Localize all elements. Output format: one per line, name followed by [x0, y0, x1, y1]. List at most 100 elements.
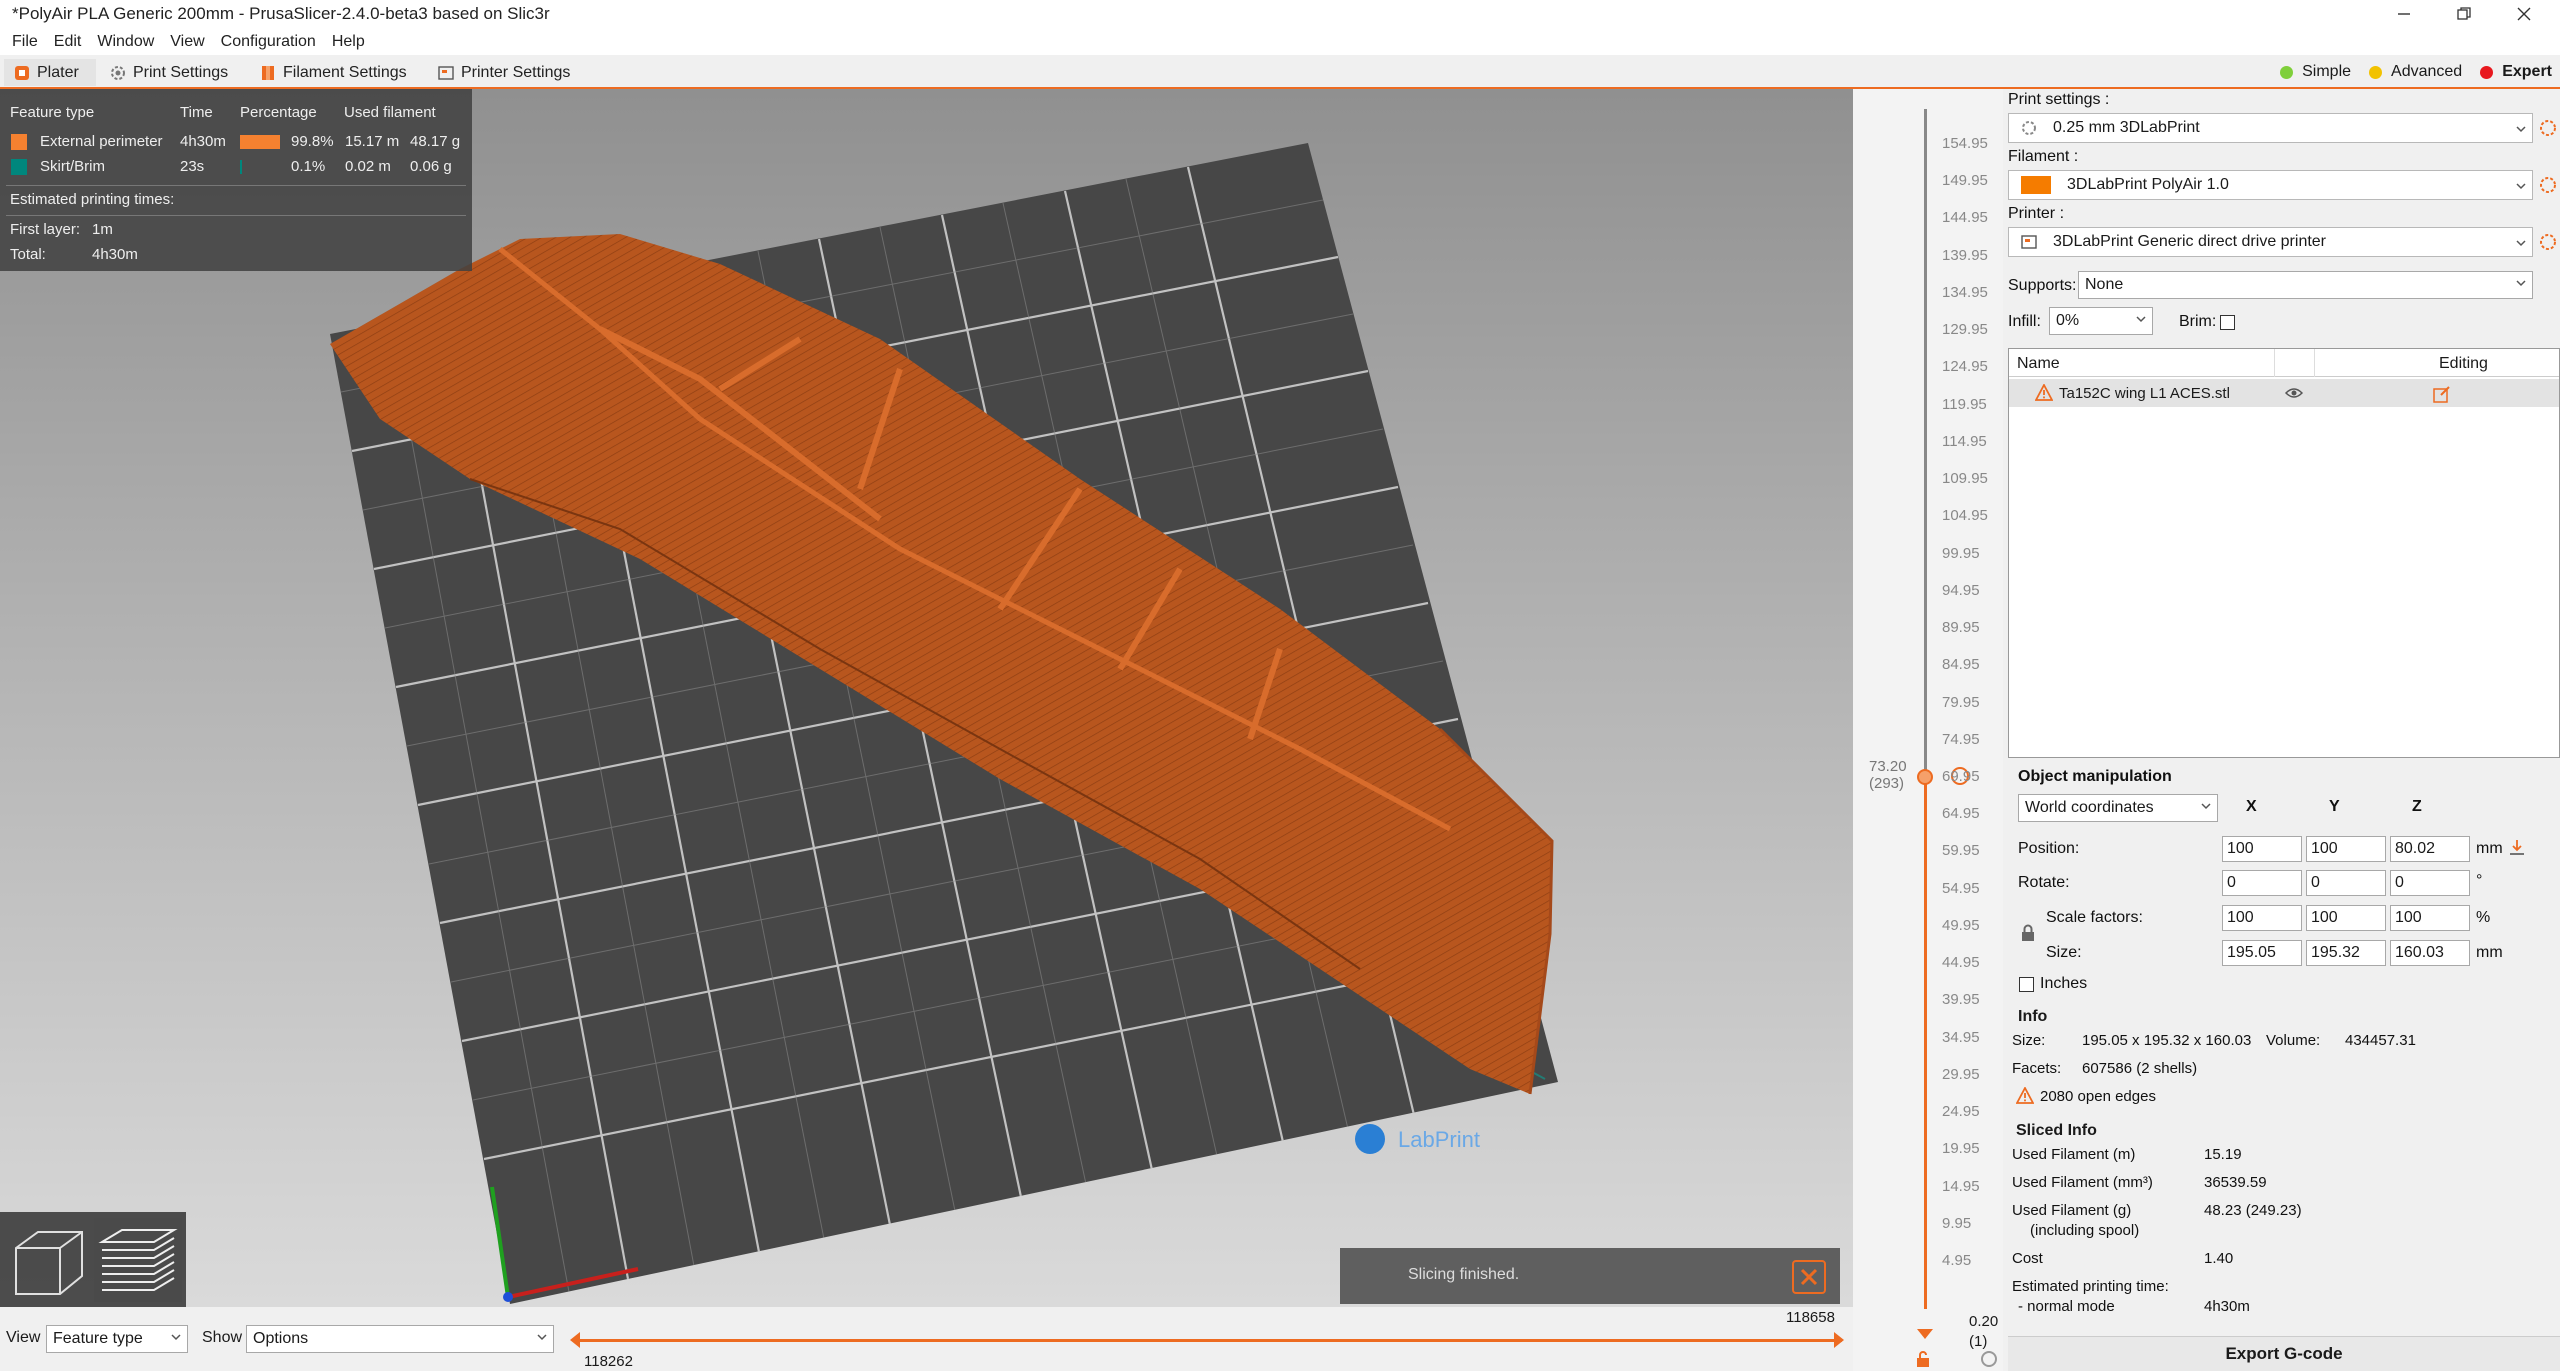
unlock-icon[interactable]	[1915, 1351, 1931, 1367]
filament-edit-icon[interactable]	[2538, 175, 2558, 195]
layer-slider-upper-thumb[interactable]	[1917, 769, 1933, 785]
slicing-notification: Slicing finished.	[1340, 1248, 1840, 1304]
sliced-value-length: 15.19	[2204, 1146, 2242, 1163]
layer-tick-label: 39.95	[1942, 991, 1980, 1008]
filament-combo[interactable]: 3DLabPrint PolyAir 1.0	[2008, 170, 2533, 200]
eye-icon[interactable]	[2285, 386, 2303, 400]
layer-tick-label: 29.95	[1942, 1066, 1980, 1083]
legend-row-weight: 48.17 g	[410, 133, 461, 150]
view-select[interactable]: Feature type	[46, 1325, 188, 1353]
3d-view-button[interactable]	[6, 1218, 90, 1302]
layer-tick-label: 154.95	[1942, 135, 1988, 152]
tab-print-settings[interactable]: Print Settings	[100, 59, 238, 86]
lock-icon[interactable]	[2020, 924, 2036, 942]
printer-combo[interactable]: 3DLabPrint Generic direct drive printer	[2008, 227, 2533, 257]
first-layer-label: First layer:	[10, 221, 81, 238]
coordinates-select[interactable]: World coordinates	[2018, 794, 2218, 822]
brim-checkbox[interactable]	[2220, 315, 2235, 330]
svg-text:LabPrint: LabPrint	[1398, 1127, 1480, 1152]
object-row[interactable]: Ta152C wing L1 ACES.stl	[2009, 379, 2559, 407]
tab-plater[interactable]: Plater	[4, 59, 96, 86]
scale-y-input[interactable]: 100	[2306, 905, 2386, 931]
legend-header-used-filament: Used filament	[344, 104, 436, 121]
3d-viewport[interactable]: LabPrint	[0, 89, 1853, 1307]
sliced-label-time: Estimated printing time:	[2012, 1278, 2169, 1295]
column-divider	[2274, 349, 2275, 377]
print-settings-edit-icon[interactable]	[2538, 118, 2558, 138]
sliced-value-volume: 36539.59	[2204, 1174, 2267, 1191]
sliced-value-weight: 48.23 (249.23)	[2204, 1202, 2302, 1219]
legend-row-weight: 0.06 g	[410, 158, 452, 175]
size-x-input[interactable]: 195.05	[2222, 940, 2302, 966]
rotate-y-input[interactable]: 0	[2306, 870, 2386, 896]
tab-filament-settings[interactable]: Filament Settings	[250, 59, 417, 86]
menu-configuration[interactable]: Configuration	[213, 33, 324, 51]
moves-slider-lower-thumb[interactable]	[570, 1332, 580, 1348]
legend-percent-bar	[240, 160, 242, 174]
menu-help[interactable]: Help	[324, 33, 373, 51]
show-select[interactable]: Options	[246, 1325, 554, 1353]
menu-window[interactable]: Window	[89, 33, 162, 51]
close-window-button[interactable]	[2494, 0, 2554, 28]
rotate-z-input[interactable]: 0	[2390, 870, 2470, 896]
size-y-input[interactable]: 195.32	[2306, 940, 2386, 966]
printer-icon	[2021, 234, 2037, 250]
menu-view[interactable]: View	[162, 33, 212, 51]
mode-advanced[interactable]: Advanced	[2369, 63, 2462, 81]
layer-tick-label: 134.95	[1942, 284, 1988, 301]
legend-row-name: Skirt/Brim	[40, 158, 105, 175]
layer-tick-label: 84.95	[1942, 656, 1980, 673]
gear-icon	[110, 65, 126, 81]
total-time-label: Total:	[10, 246, 46, 263]
layer-slider[interactable]: 73.20 (293) 0.20 (1)	[1853, 89, 2003, 1371]
export-gcode-button[interactable]: Export G-code	[2008, 1336, 2560, 1371]
preview-layers-button[interactable]	[94, 1218, 182, 1302]
layer-tick-label: 94.95	[1942, 582, 1980, 599]
slider-settings-icon[interactable]	[1981, 1351, 1997, 1367]
cube-icon	[15, 1231, 83, 1295]
printer-edit-icon[interactable]	[2538, 232, 2558, 252]
layer-tick-label: 124.95	[1942, 358, 1988, 375]
moves-slider-upper-thumb[interactable]	[1834, 1332, 1844, 1348]
supports-select[interactable]: None	[2078, 271, 2533, 299]
layer-slider-lower-thumb[interactable]	[1917, 1329, 1933, 1339]
menu-edit[interactable]: Edit	[46, 33, 90, 51]
position-y-input[interactable]: 100	[2306, 836, 2386, 862]
scale-x-input[interactable]: 100	[2222, 905, 2302, 931]
legend-row-length: 15.17 m	[345, 133, 400, 150]
inches-checkbox[interactable]	[2019, 977, 2034, 992]
info-volume-label: Volume:	[2266, 1032, 2321, 1049]
notification-text: Slicing finished.	[1408, 1266, 1520, 1283]
menu-file[interactable]: File	[4, 33, 46, 51]
restore-button[interactable]	[2434, 0, 2494, 28]
close-notification-button[interactable]	[1792, 1260, 1826, 1294]
edit-object-icon[interactable]	[2433, 385, 2451, 403]
layer-tick-label: 34.95	[1942, 1029, 1980, 1046]
object-name: Ta152C wing L1 ACES.stl	[2059, 385, 2230, 402]
simple-mode-icon	[2280, 65, 2294, 79]
legend-header-percentage: Percentage	[240, 104, 317, 121]
scale-z-input[interactable]: 100	[2390, 905, 2470, 931]
drop-to-bed-icon[interactable]	[2508, 838, 2526, 856]
position-z-input[interactable]: 80.02	[2390, 836, 2470, 862]
filament-value: 3DLabPrint PolyAir 1.0	[2067, 176, 2229, 193]
sliced-sublabel-weight: (including spool)	[2030, 1222, 2140, 1239]
layer-tick-label: 119.95	[1942, 396, 1987, 413]
position-x-input[interactable]: 100	[2222, 836, 2302, 862]
minimize-button[interactable]	[2374, 0, 2434, 28]
infill-select[interactable]: 0%	[2049, 307, 2153, 335]
print-settings-combo[interactable]: 0.25 mm 3DLabPrint	[2008, 113, 2533, 143]
sliced-label-weight: Used Filament (g)	[2012, 1202, 2132, 1219]
mode-expert[interactable]: Expert	[2480, 63, 2552, 81]
warning-icon	[2016, 1087, 2034, 1104]
brim-label: Brim:	[2179, 313, 2217, 330]
chevron-down-icon	[2516, 240, 2526, 247]
moves-slider[interactable]	[574, 1339, 1842, 1342]
tab-printer-settings[interactable]: Printer Settings	[428, 59, 580, 86]
layer-tick-label: 79.95	[1942, 694, 1980, 711]
object-manipulation-panel: Object manipulation World coordinates X …	[2008, 762, 2560, 1002]
warning-icon	[2035, 384, 2053, 401]
rotate-x-input[interactable]: 0	[2222, 870, 2302, 896]
mode-simple[interactable]: Simple	[2280, 63, 2351, 81]
size-z-input[interactable]: 160.03	[2390, 940, 2470, 966]
